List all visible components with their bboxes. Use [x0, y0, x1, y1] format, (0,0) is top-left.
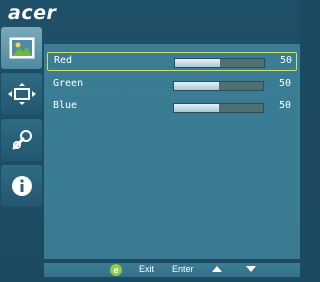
- settings-panel: Red 50 Green 50 Blue 50: [44, 44, 300, 259]
- info-icon: [11, 176, 32, 196]
- position-icon: [7, 83, 36, 105]
- slider-fill: [174, 104, 219, 112]
- blue-slider[interactable]: [173, 103, 264, 113]
- footer-bar: e Exit Enter: [44, 263, 300, 277]
- slider-fill: [175, 59, 220, 67]
- enter-e-icon[interactable]: e: [110, 264, 122, 276]
- acer-logo: acer: [8, 2, 57, 24]
- setting-row-green[interactable]: Green 50: [47, 76, 297, 95]
- settings-wrench-icon: [12, 130, 32, 150]
- red-slider[interactable]: [174, 58, 265, 68]
- green-slider[interactable]: [173, 81, 264, 91]
- tab-settings[interactable]: [1, 119, 42, 161]
- up-arrow-icon[interactable]: [212, 266, 222, 272]
- setting-value: 50: [279, 100, 292, 111]
- tab-position[interactable]: [1, 73, 42, 115]
- down-arrow-icon[interactable]: [246, 266, 256, 272]
- sidebar: [1, 27, 42, 257]
- setting-row-red[interactable]: Red 50: [47, 52, 297, 71]
- osd-screen: acer Red 50 Green 50 Blue 50 e Exit Ente…: [0, 0, 300, 282]
- tab-information[interactable]: [1, 165, 42, 207]
- enter-label[interactable]: Enter: [172, 264, 194, 274]
- setting-label: Green: [53, 78, 84, 89]
- setting-label: Red: [54, 55, 73, 66]
- tab-picture[interactable]: [1, 27, 42, 69]
- picture-icon: [9, 37, 34, 59]
- setting-row-blue[interactable]: Blue 50: [47, 98, 297, 117]
- setting-value: 50: [280, 55, 293, 66]
- slider-fill: [174, 82, 219, 90]
- setting-value: 50: [279, 78, 292, 89]
- setting-label: Blue: [53, 100, 78, 111]
- exit-label[interactable]: Exit: [139, 264, 154, 274]
